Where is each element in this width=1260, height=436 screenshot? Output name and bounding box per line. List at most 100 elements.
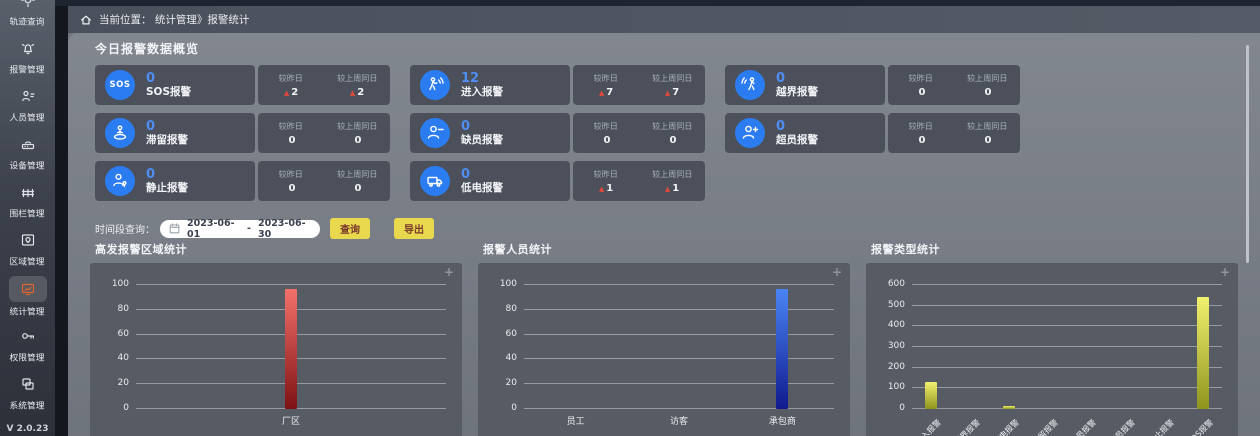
gridline: 100 <box>524 284 834 285</box>
delta-week: 0 <box>983 87 992 98</box>
up-triangle-icon: ▲ <box>599 185 604 193</box>
sidebar-item-alarm[interactable]: 报警管理 <box>0 34 55 82</box>
date-range-input[interactable]: 2023-06-01 - 2023-06-30 <box>160 220 320 238</box>
delta-day: ▲1 <box>599 183 613 194</box>
sidebar-item-trajectory[interactable]: 轨迹查询 <box>0 0 55 34</box>
sidebar-item-statistics[interactable]: 统计管理 <box>0 274 55 322</box>
card-label: 进入报警 <box>461 86 503 98</box>
sidebar-item-system[interactable]: 系统管理 <box>0 370 55 418</box>
card-value: 0 <box>776 72 818 87</box>
device-icon <box>13 132 43 156</box>
region-icon <box>13 228 43 252</box>
expand-icon[interactable]: + <box>444 265 454 279</box>
top-navy-bar <box>55 0 1260 6</box>
overview-title: 今日报警数据概览 <box>95 40 199 57</box>
x-axis-label: SOS报警 <box>1185 417 1216 436</box>
card-label: 越界报警 <box>776 86 818 98</box>
x-axis-label: 缺员报警 <box>1069 417 1099 436</box>
y-tick-label: 300 <box>888 341 905 351</box>
gridline: 0 <box>912 408 1222 409</box>
alarm-icon <box>13 36 43 60</box>
sidebar-item-label: 区域管理 <box>10 255 45 268</box>
system-icon <box>13 372 43 396</box>
up-triangle-icon: ▲ <box>599 89 604 97</box>
y-tick-label: 100 <box>112 279 129 289</box>
date-start: 2023-06-01 <box>187 218 240 240</box>
sidebar-item-device[interactable]: 设备管理 <box>0 130 55 178</box>
expand-icon[interactable]: + <box>832 265 842 279</box>
boundary-alarm-icon <box>735 70 765 100</box>
x-axis-label: 访客 <box>670 414 688 427</box>
up-triangle-icon: ▲ <box>665 89 670 97</box>
sos-icon: SOS <box>105 70 135 100</box>
delta-week: 0 <box>353 183 362 194</box>
personnel-icon <box>13 84 43 108</box>
x-axis-label: 厂区 <box>282 414 300 427</box>
x-axis-label: 承包商 <box>769 414 796 427</box>
sidebar-item-label: 人员管理 <box>10 111 45 124</box>
delta-day: 0 <box>602 135 611 146</box>
delta-day: 0 <box>287 183 296 194</box>
card-value: 12 <box>461 72 503 87</box>
y-tick-label: 60 <box>118 329 129 339</box>
search-button[interactable]: 查询 <box>330 218 370 239</box>
gridline: 300 <box>912 346 1222 347</box>
sidebar-item-permission[interactable]: 权限管理 <box>0 322 55 370</box>
gridline: 600 <box>912 284 1222 285</box>
card-over-capacity-alarm: 0超员报警 较昨日0 较上周同日0 <box>725 113 1020 153</box>
calendar-icon <box>169 223 180 234</box>
card-absent-alarm: 0缺员报警 较昨日0 较上周同日0 <box>410 113 705 153</box>
y-tick-label: 100 <box>888 382 905 392</box>
delta-week: 0 <box>983 135 992 146</box>
gridline: 100 <box>136 284 446 285</box>
plot-area: 020406080100员工访客承包商 <box>524 285 834 409</box>
card-value: 0 <box>146 168 188 183</box>
x-axis-label: 滞留报警 <box>1030 417 1060 436</box>
delta-day: 0 <box>287 135 296 146</box>
card-value: 0 <box>461 168 503 183</box>
scrollbar-thumb[interactable] <box>1246 45 1249 263</box>
chart-alarm-type: 报警类型统计 + 0100200300400500600进入报警越界报警低电报警… <box>866 241 1238 436</box>
y-tick-label: 80 <box>118 304 129 314</box>
card-value: 0 <box>146 120 188 135</box>
card-label: 静止报警 <box>146 182 188 194</box>
sidebar-item-label: 系统管理 <box>10 399 45 412</box>
delta-week: ▲7 <box>665 87 679 98</box>
sidebar-item-region[interactable]: 区域管理 <box>0 226 55 274</box>
home-icon[interactable] <box>80 14 92 26</box>
up-triangle-icon: ▲ <box>350 89 355 97</box>
still-alarm-icon <box>105 166 135 196</box>
sidebar-item-personnel[interactable]: 人员管理 <box>0 82 55 130</box>
date-separator: - <box>247 223 251 234</box>
overview-cards: SOS 0SOS报警 较昨日▲2 较上周同日▲2 12进入报警 较昨日▲7 较上… <box>95 65 1055 209</box>
enter-alarm-icon <box>420 70 450 100</box>
sidebar-item-fence[interactable]: 围栏管理 <box>0 178 55 226</box>
sidebar-item-label: 轨迹查询 <box>10 15 45 28</box>
y-tick-label: 60 <box>506 329 517 339</box>
plot-area: 020406080100厂区 <box>136 285 446 409</box>
query-label: 时间段查询： <box>95 221 155 236</box>
card-low-battery-alarm: 0低电报警 较昨日▲1 较上周同日▲1 <box>410 161 705 201</box>
gridline: 100 <box>912 387 1222 388</box>
card-boundary-alarm: 0越界报警 较昨日0 较上周同日0 <box>725 65 1020 105</box>
delta-week: ▲1 <box>665 183 679 194</box>
export-button[interactable]: 导出 <box>394 218 434 239</box>
delta-day: ▲7 <box>599 87 613 98</box>
date-end: 2023-06-30 <box>258 218 311 240</box>
bar-厂区 <box>285 289 297 409</box>
gridline: 200 <box>912 367 1222 368</box>
sidebar-divider <box>55 0 68 436</box>
expand-icon[interactable]: + <box>1220 265 1230 279</box>
time-range-query: 时间段查询： 2023-06-01 - 2023-06-30 查询 导出 <box>95 218 434 239</box>
delta-week: 0 <box>353 135 362 146</box>
x-axis-label: 静止报警 <box>1146 417 1176 436</box>
y-tick-label: 400 <box>888 320 905 330</box>
breadcrumb: 当前位置： 统计管理》报警统计 <box>99 12 249 27</box>
chart-title: 高发报警区域统计 <box>95 241 462 257</box>
y-tick-label: 600 <box>888 279 905 289</box>
app-version: V 2.0.23 <box>0 424 55 434</box>
up-triangle-icon: ▲ <box>665 185 670 193</box>
plot-area: 0100200300400500600进入报警越界报警低电报警滞留报警缺员报警超… <box>912 285 1222 409</box>
y-tick-label: 100 <box>500 279 517 289</box>
delta-day: ▲2 <box>284 87 298 98</box>
